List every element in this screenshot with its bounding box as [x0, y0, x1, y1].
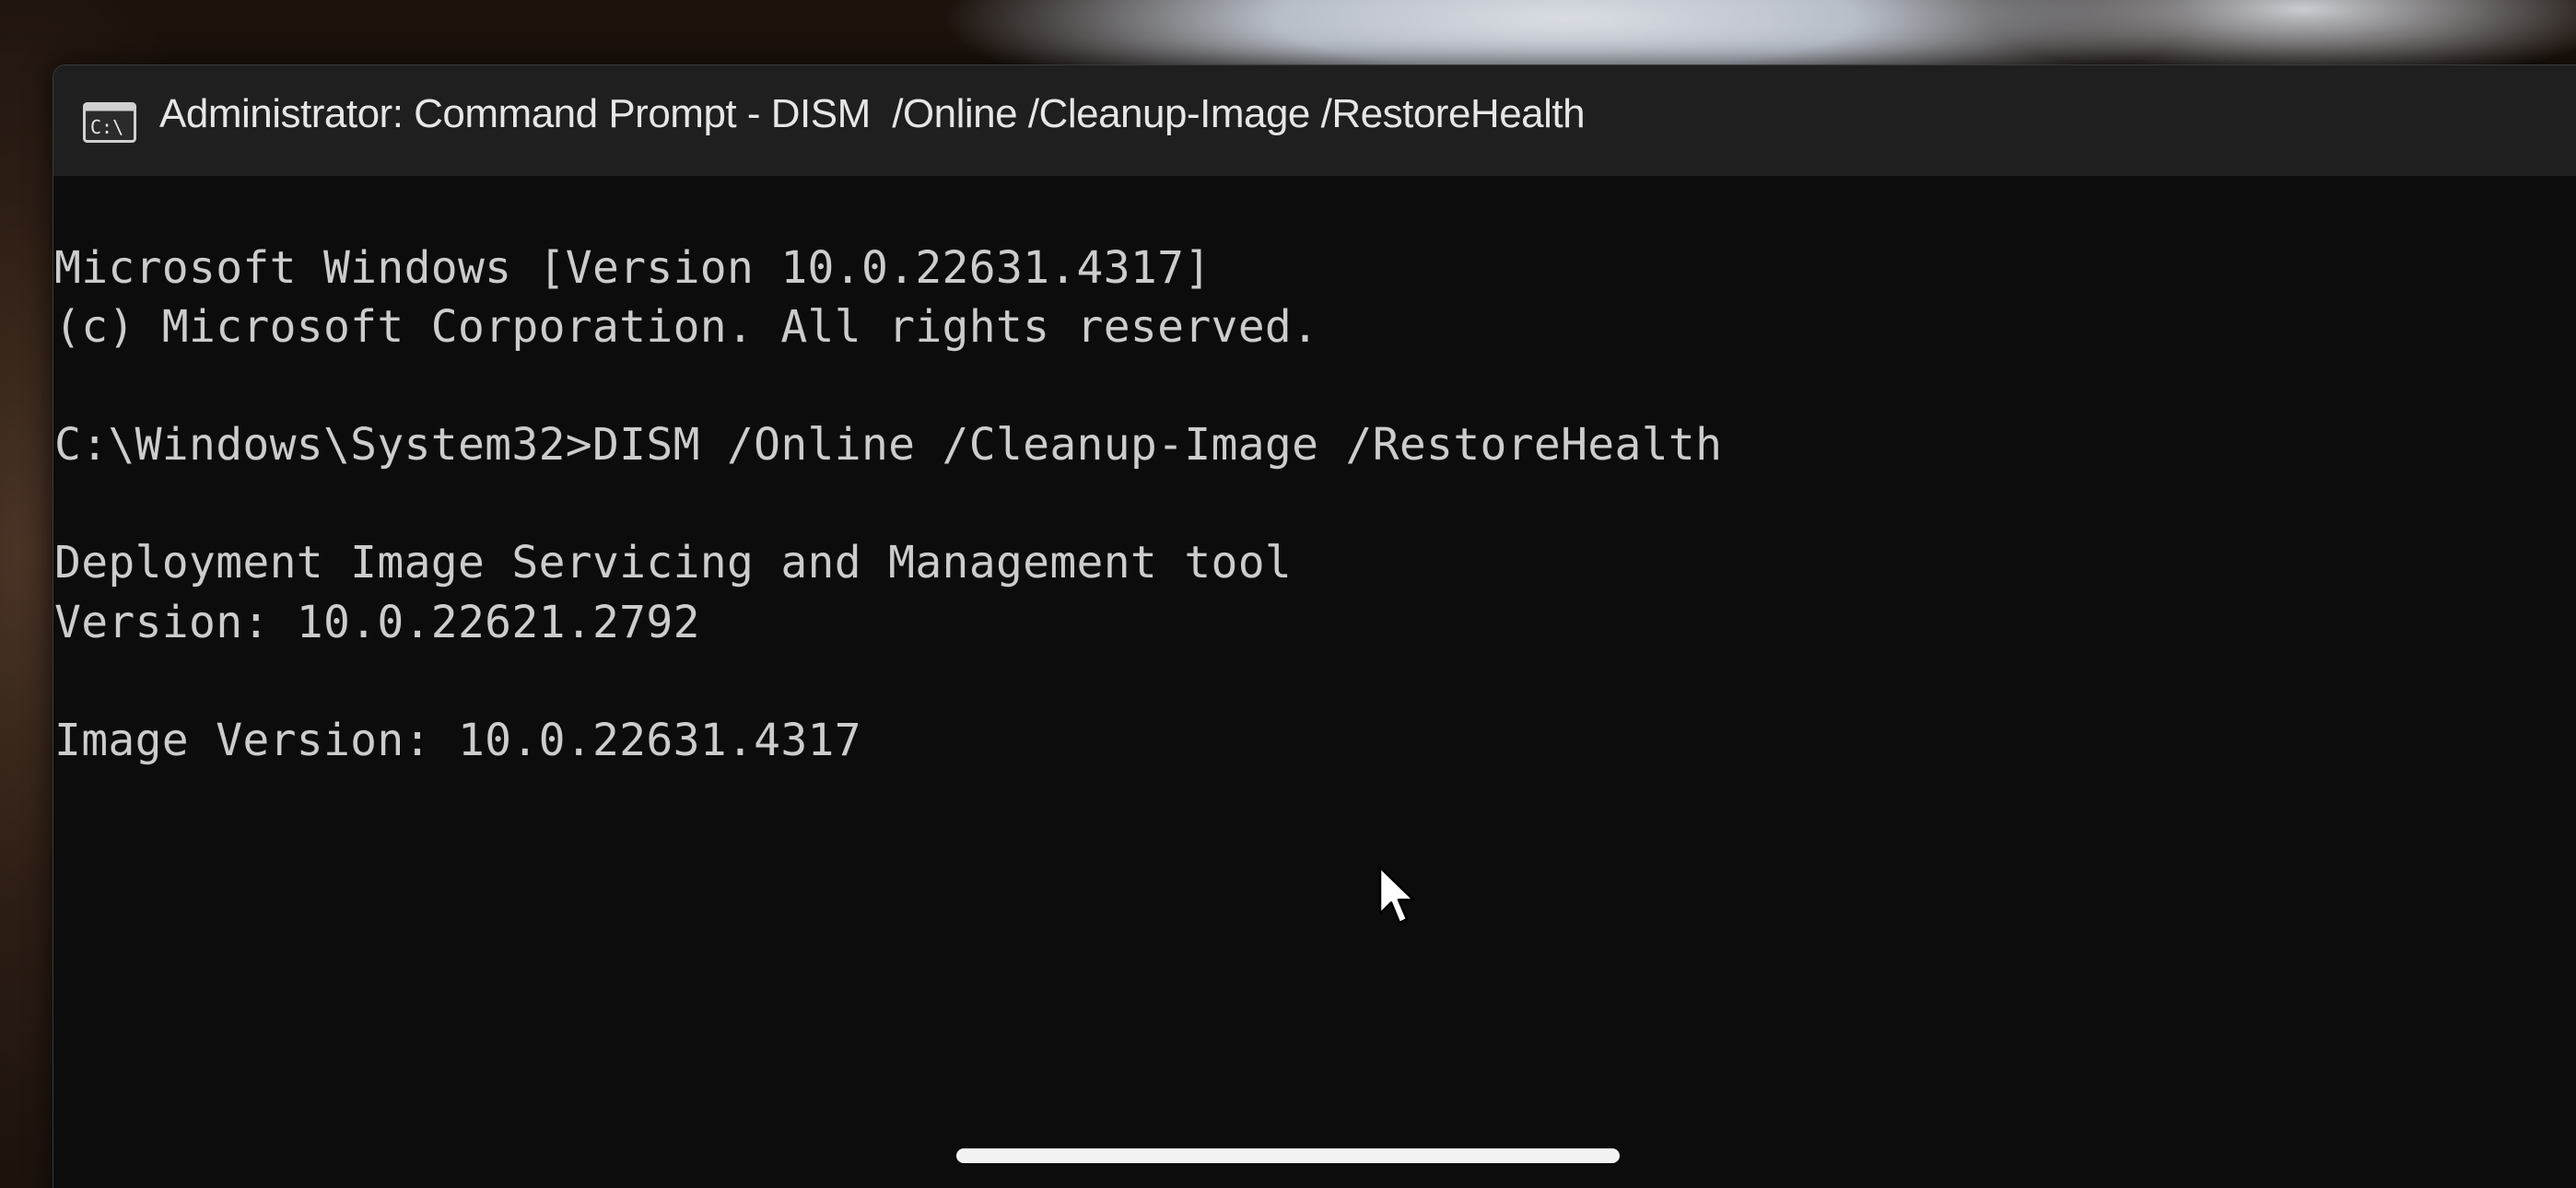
- title-bar[interactable]: C:\ Administrator: Command Prompt - DISM…: [53, 65, 2576, 176]
- command-prompt-window[interactable]: C:\ Administrator: Command Prompt - DISM…: [53, 64, 2576, 1188]
- console-line: (c) Microsoft Corporation. All rights re…: [54, 301, 1319, 353]
- console-line: Microsoft Windows [Version 10.0.22631.43…: [54, 242, 1212, 294]
- mouse-pointer-icon: [1378, 866, 1415, 925]
- cmd-icon: C:\: [83, 102, 136, 143]
- home-indicator[interactable]: [956, 1148, 1620, 1163]
- svg-text:C:\: C:\: [90, 116, 123, 138]
- console-line: Deployment Image Servicing and Managemen…: [54, 537, 1293, 588]
- screen: C:\ Administrator: Command Prompt - DISM…: [0, 0, 2576, 1188]
- window-title: Administrator: Command Prompt - DISM /On…: [159, 91, 1586, 136]
- console-output[interactable]: Microsoft Windows [Version 10.0.22631.43…: [53, 176, 2576, 1188]
- console-line: Image Version: 10.0.22631.4317: [54, 715, 861, 766]
- console-line: Version: 10.0.22621.2792: [54, 597, 700, 648]
- console-line: C:\Windows\System32>DISM /Online /Cleanu…: [54, 419, 1723, 471]
